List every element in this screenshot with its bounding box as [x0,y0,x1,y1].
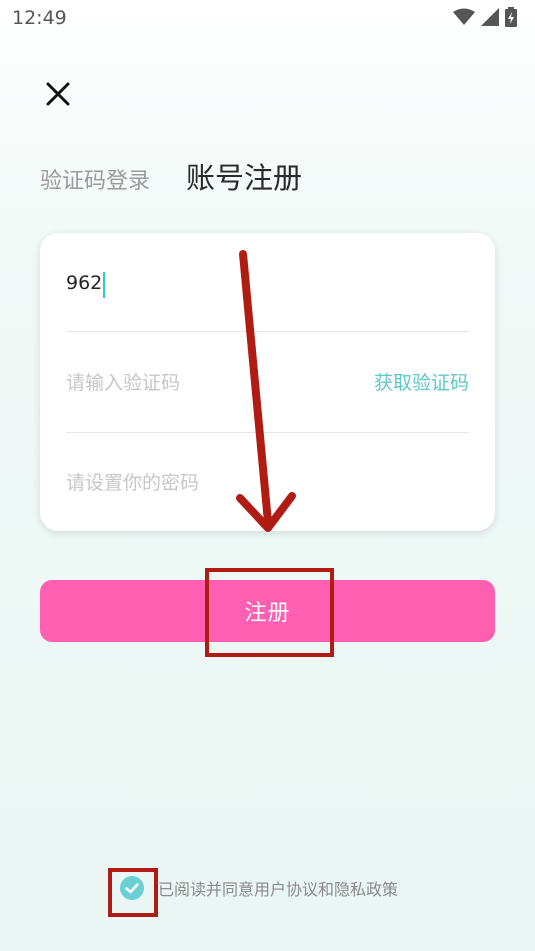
phone-input-value: 962 [66,272,103,294]
status-icons [453,7,517,27]
divider [66,432,469,433]
status-time: 12:49 [12,7,67,29]
text-caret [103,271,106,298]
signal-icon [481,8,499,26]
agreement-text[interactable]: 已阅读并同意用户协议和隐私政策 [158,876,398,900]
phone-input[interactable]: 962 [66,263,469,303]
register-highlight-box [205,568,334,657]
verification-code-input[interactable]: 请输入验证码 获取验证码 [66,363,469,403]
wifi-icon [453,8,475,25]
battery-icon [505,7,517,27]
tab-sms-login[interactable]: 验证码登录 [40,163,150,195]
register-form-card: 962 请输入验证码 获取验证码 请设置你的密码 [40,233,495,531]
divider [66,331,469,332]
status-bar: 12:49 [0,0,535,36]
tab-register[interactable]: 账号注册 [186,155,302,197]
agreement-checkbox-highlight-box [108,868,158,917]
close-button[interactable] [40,76,76,112]
auth-tabs: 验证码登录 账号注册 [40,155,302,205]
code-placeholder: 请输入验证码 [66,372,181,394]
password-input[interactable]: 请设置你的密码 [66,463,469,503]
agreement-row: 已阅读并同意用户协议和隐私政策 [120,876,398,900]
get-code-button[interactable]: 获取验证码 [374,363,469,403]
password-placeholder: 请设置你的密码 [66,472,200,494]
close-icon [46,82,70,106]
